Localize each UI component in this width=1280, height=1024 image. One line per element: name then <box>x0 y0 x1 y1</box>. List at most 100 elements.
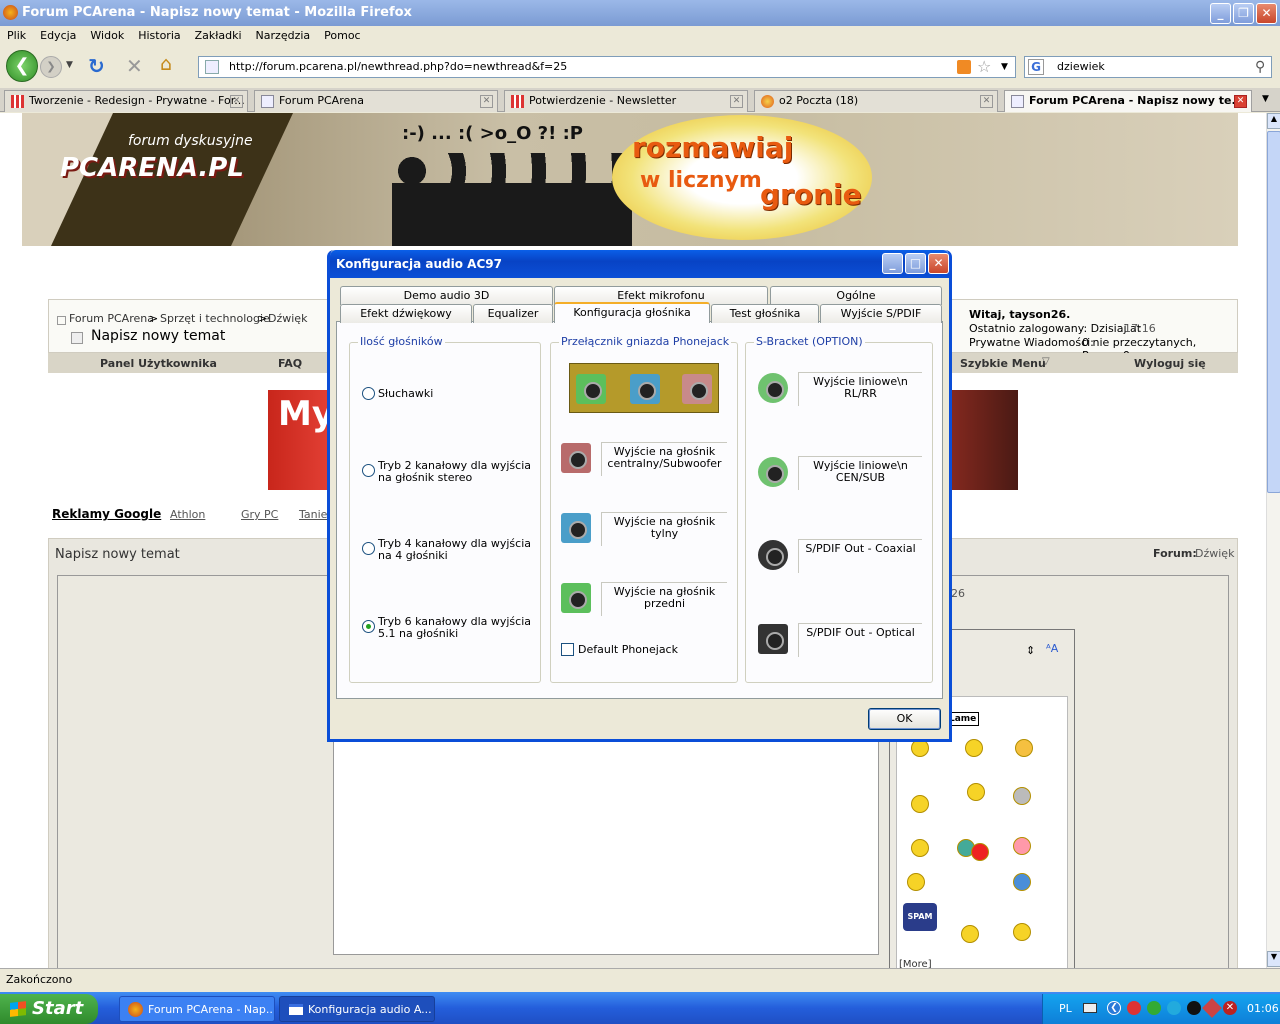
smiley-icon[interactable] <box>911 839 929 857</box>
radio-headphones[interactable] <box>362 387 375 400</box>
smilies-more-link[interactable]: [More] <box>899 959 932 968</box>
breadcrumb-forum[interactable]: Forum PCArena <box>69 312 154 325</box>
tab-ogolne[interactable]: Ogólne <box>770 286 942 305</box>
tab-equalizer[interactable]: Equalizer <box>473 304 553 323</box>
stop-icon[interactable]: ✕ <box>126 54 143 78</box>
scroll-thumb[interactable] <box>1267 131 1280 493</box>
nav-wyloguj[interactable]: Wyloguj się <box>1134 357 1206 370</box>
tab-close-icon[interactable]: ✕ <box>480 95 493 108</box>
media-icon[interactable] <box>1187 1001 1201 1015</box>
breadcrumb-forum-dzwiek[interactable]: Dźwięk <box>268 312 307 325</box>
tab-close-icon[interactable]: ✕ <box>730 95 743 108</box>
nav-szybkie-menu[interactable]: Szybkie Menu <box>960 357 1046 370</box>
search-icon[interactable]: ⚲ <box>1255 57 1265 77</box>
smiley-icon[interactable] <box>1013 873 1031 891</box>
menu-widok[interactable]: Widok <box>83 26 131 45</box>
radio-2-channel[interactable] <box>362 464 375 477</box>
tab-close-icon[interactable]: ✕ <box>980 95 993 108</box>
tab-efekt-dzwiekowy[interactable]: Efekt dźwiękowy <box>340 304 472 323</box>
url-dropdown-icon[interactable]: ▼ <box>1001 57 1008 77</box>
output-rear[interactable]: Wyjście na głośnik tylny <box>601 512 727 546</box>
radio-label-headphones[interactable]: Słuchawki <box>378 388 538 400</box>
google-ad-tanie[interactable]: Tanie <box>299 508 327 521</box>
google-ad-athlon[interactable]: Athlon <box>170 508 205 521</box>
output-center-sub[interactable]: Wyjście na głośnik centralny/Subwoofer <box>601 442 727 476</box>
tab-forum-pcarena[interactable]: Forum PCArena ✕ <box>254 90 498 112</box>
history-dropdown-icon[interactable]: ▼ <box>66 60 73 70</box>
keyboard-icon[interactable] <box>1083 1003 1097 1013</box>
radio-label-2-channel[interactable]: Tryb 2 kanałowy dla wyjścia na głośnik s… <box>378 460 538 484</box>
url-input[interactable]: http://forum.pcarena.pl/newthread.php?do… <box>198 56 1016 78</box>
tab-close-icon[interactable]: ✕ <box>230 95 243 108</box>
smiley-icon[interactable] <box>961 925 979 943</box>
back-button[interactable]: ❮ <box>6 50 38 82</box>
smiley-icon[interactable] <box>1013 837 1031 855</box>
jack-coaxial-icon[interactable] <box>758 540 788 570</box>
output-spdif-coaxial[interactable]: S/PDIF Out - Coaxial <box>798 539 922 573</box>
tab-potwierdzenie[interactable]: Potwierdzenie - Newsletter ✕ <box>504 90 748 112</box>
tab-o2-poczta[interactable]: o2 Poczta (18) ✕ <box>754 90 998 112</box>
menu-pomoc[interactable]: Pomoc <box>317 26 367 45</box>
google-ads-label[interactable]: Reklamy Google <box>52 507 161 521</box>
jack-line-rl-rr-icon[interactable] <box>758 373 788 403</box>
tab-close-icon[interactable]: ✕ <box>1234 95 1247 108</box>
menu-zakladki[interactable]: Zakładki <box>188 26 249 45</box>
scroll-up-icon[interactable]: ▲ <box>1267 113 1280 129</box>
dialog-close-button[interactable]: ✕ <box>928 253 949 274</box>
rss-icon[interactable] <box>957 60 971 74</box>
task-firefox[interactable]: Forum PCArena - Nap... <box>119 996 275 1022</box>
audio-tool-icon[interactable] <box>1202 998 1222 1018</box>
task-audio-config[interactable]: Konfiguracja audio A... <box>279 996 435 1022</box>
antivirus-icon[interactable]: ✕ <box>1223 1001 1237 1015</box>
ok-button[interactable]: OK <box>868 708 941 730</box>
menu-plik[interactable]: Plik <box>0 26 33 45</box>
nav-faq[interactable]: FAQ <box>278 357 302 370</box>
dialog-minimize-button[interactable]: _ <box>882 253 903 274</box>
smiley-icon[interactable] <box>911 795 929 813</box>
clock[interactable]: 01:06 <box>1247 994 1279 1024</box>
shield-icon[interactable] <box>1127 1001 1141 1015</box>
tab-napisz-nowy-temat[interactable]: Forum PCArena - Napisz nowy te... ✕ <box>1004 90 1252 112</box>
jack-center-sub-icon[interactable] <box>561 443 591 473</box>
nav-panel-uzytkownika[interactable]: Panel Użytkownika <box>100 357 217 370</box>
bookmark-star-icon[interactable]: ☆ <box>977 57 991 77</box>
smiley-icon[interactable] <box>907 873 925 891</box>
font-size-icon[interactable]: ᴬA <box>1046 642 1058 655</box>
start-button[interactable]: Start <box>0 994 98 1024</box>
default-phonejack-checkbox[interactable] <box>561 643 574 656</box>
radio-4-channel[interactable] <box>362 542 375 555</box>
smiley-icon[interactable] <box>965 739 983 757</box>
google-ad-gry-pc[interactable]: Gry PC <box>241 508 278 521</box>
smiley-icon[interactable] <box>1013 787 1031 805</box>
banner-logo[interactable]: PCARENA.PL <box>60 153 244 183</box>
menu-historia[interactable]: Historia <box>131 26 187 45</box>
network-icon[interactable] <box>1147 1001 1161 1015</box>
menu-edycja[interactable]: Edycja <box>33 26 83 45</box>
smiley-icon[interactable] <box>1013 923 1031 941</box>
jack-line-cen-sub-icon[interactable] <box>758 457 788 487</box>
jack-optical-icon[interactable] <box>758 624 788 654</box>
page-scrollbar[interactable]: ▲ ▼ <box>1266 113 1280 968</box>
pm-label[interactable]: Prywatne Wiadomości: <box>969 336 1094 349</box>
dialog-title-bar[interactable]: Konfiguracja audio AC97 _ □ ✕ <box>330 250 949 278</box>
spam-smiley-icon[interactable]: SPAM <box>903 903 937 931</box>
output-front[interactable]: Wyjście na głośnik przedni <box>601 582 727 616</box>
messenger-icon[interactable] <box>1167 1001 1181 1015</box>
maximize-button[interactable]: ❐ <box>1233 3 1254 24</box>
tab-list-icon[interactable]: ▼ <box>1262 94 1269 104</box>
output-spdif-optical[interactable]: S/PDIF Out - Optical <box>798 623 922 657</box>
radio-6-channel[interactable] <box>362 620 375 633</box>
jack-rear-icon[interactable] <box>561 513 591 543</box>
tab-tworzenie[interactable]: Tworzenie - Redesign - Prywatne - For...… <box>4 90 248 112</box>
tab-test-glosnika[interactable]: Test głośnika <box>711 304 819 323</box>
minimize-button[interactable]: _ <box>1210 3 1231 24</box>
default-phonejack-label[interactable]: Default Phonejack <box>578 644 678 656</box>
dialog-maximize-button[interactable]: □ <box>905 253 926 274</box>
tab-wyjscie-spdif[interactable]: Wyjście S/PDIF <box>820 304 942 323</box>
tab-konfiguracja-glosnika[interactable]: Konfiguracja głośnika <box>554 302 710 323</box>
tab-demo-audio-3d[interactable]: Demo audio 3D <box>340 286 553 305</box>
smiley-icon[interactable] <box>971 843 989 861</box>
breadcrumb-category[interactable]: Sprzęt i technologie <box>160 312 270 325</box>
resize-icon[interactable]: ⇕ <box>1026 644 1035 657</box>
reload-icon[interactable]: ↻ <box>88 54 105 78</box>
